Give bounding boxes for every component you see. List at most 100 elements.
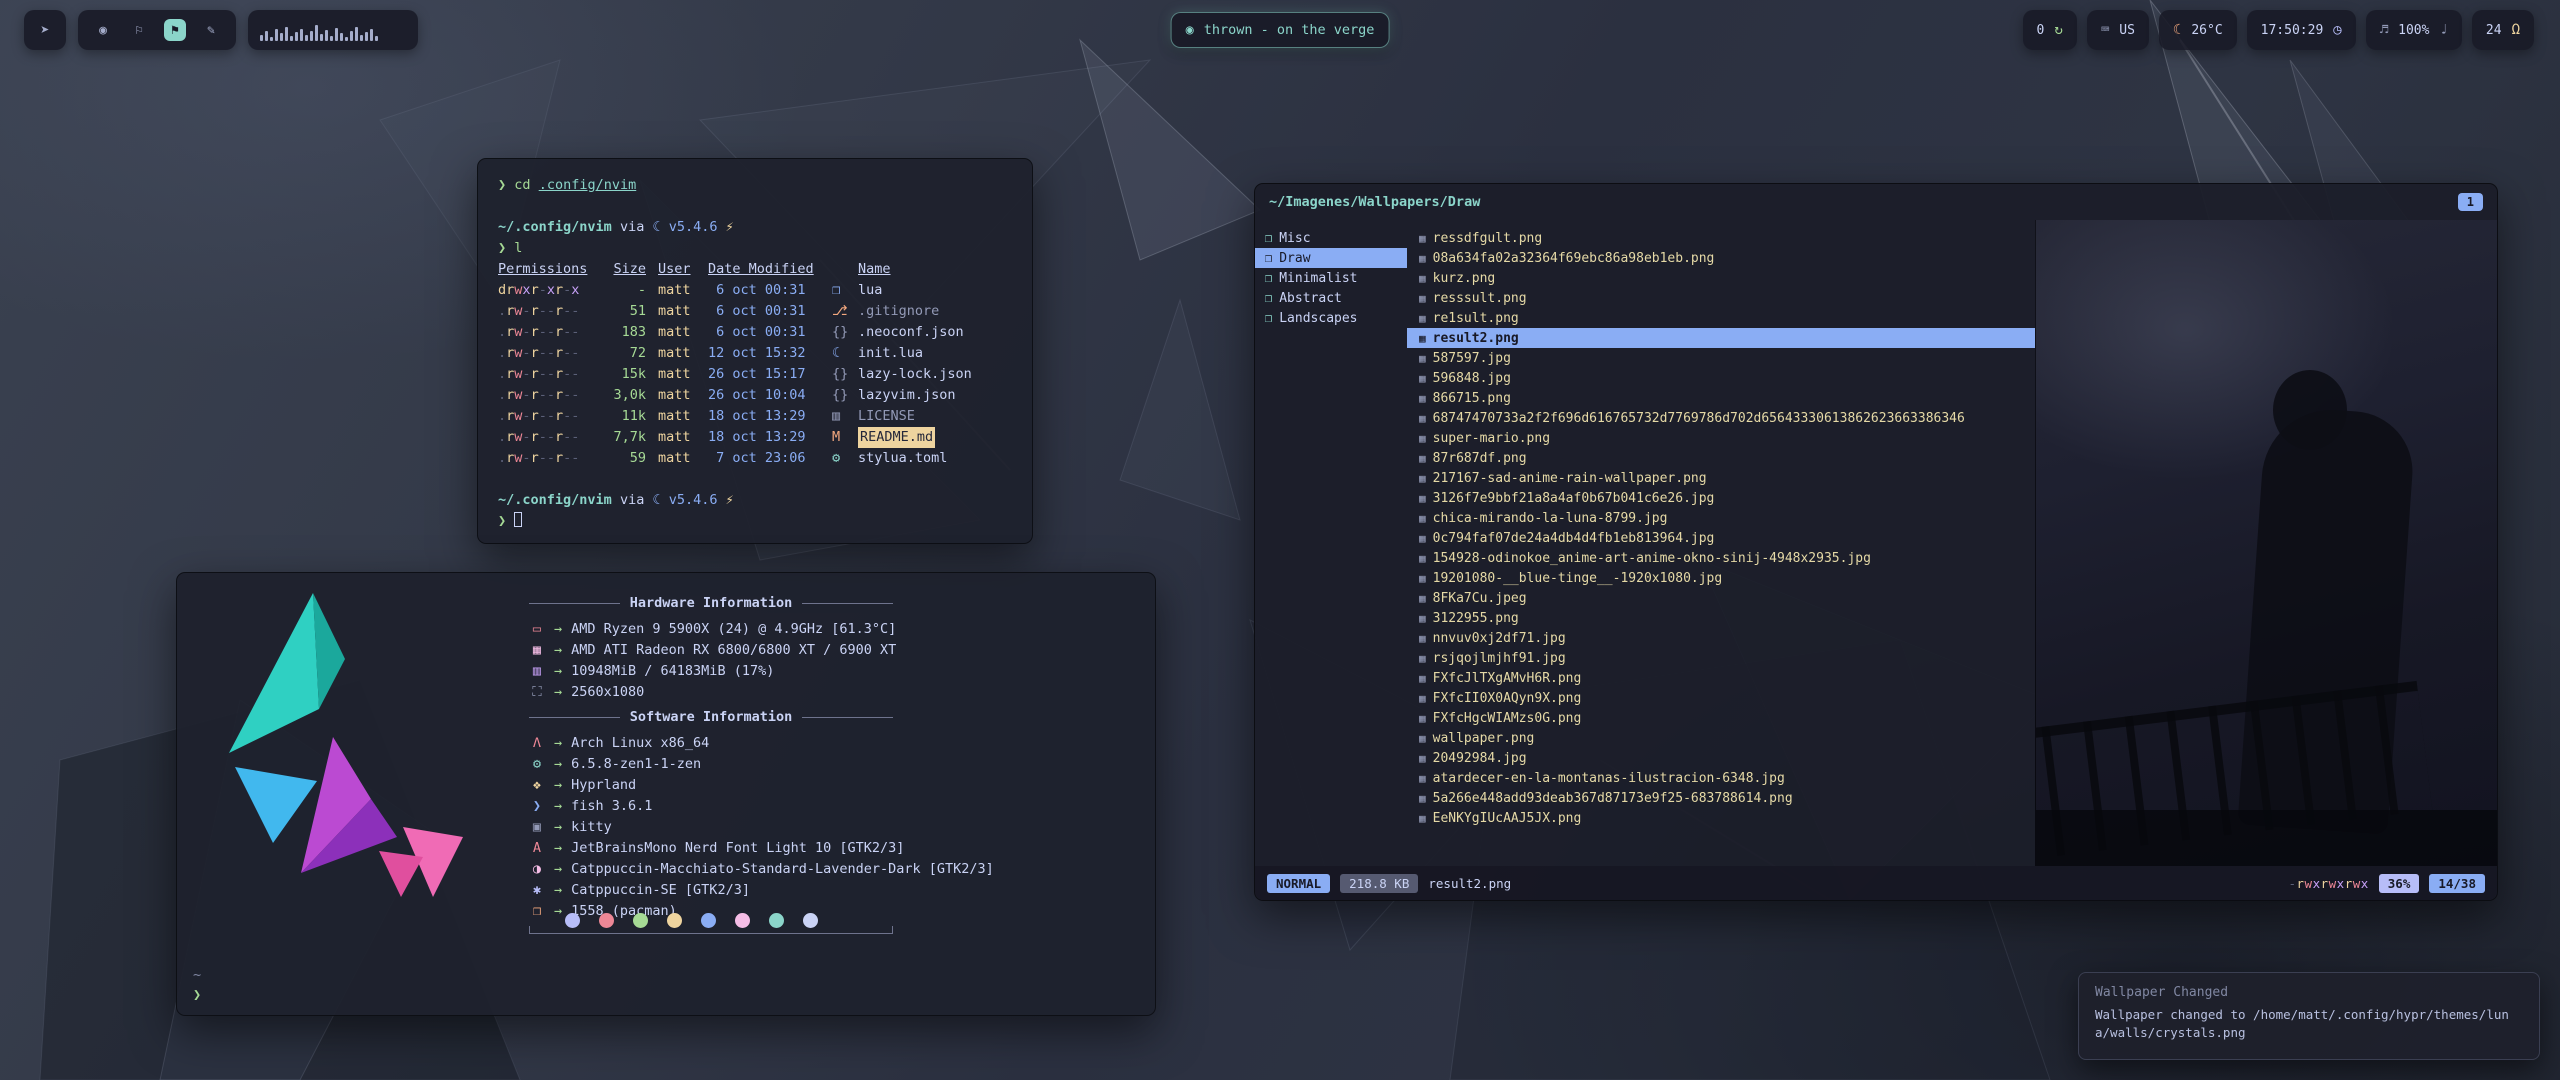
image-file-icon: ▦ xyxy=(1419,272,1426,285)
image-file-icon: ▦ xyxy=(1419,812,1426,825)
file-name: rsjqojlmjhf91.jpg xyxy=(1433,651,1566,666)
file-type-icon: ❒ xyxy=(832,280,858,301)
tab-badge[interactable]: 1 xyxy=(2458,193,2483,211)
fetch-line: ▥ → 10948MiB / 64183MiB (17%) xyxy=(529,661,1129,682)
software-icon: ❒ xyxy=(529,901,545,922)
palette-dot xyxy=(633,913,648,928)
lua-icon: ☾ xyxy=(652,492,660,508)
workspace-button[interactable]: ✎ xyxy=(200,19,222,41)
sidebar-folder[interactable]: ❒ Misc xyxy=(1255,228,1407,248)
palette-dot xyxy=(769,913,784,928)
file-row[interactable]: ▦ 68747470733a2f2f696d616765732d7769786d… xyxy=(1407,408,2035,428)
file-row[interactable]: ▦ EeNKYgIUcAAJ5JX.png xyxy=(1407,808,2035,828)
volume-module[interactable]: ♬ 100% ♩ xyxy=(2366,10,2462,50)
updates-module[interactable]: 0 ↻ xyxy=(2023,10,2077,50)
notification-popup[interactable]: Wallpaper Changed Wallpaper changed to /… xyxy=(2078,972,2540,1060)
file-row[interactable]: ▦ 866715.png xyxy=(1407,388,2035,408)
workspace-button[interactable]: ⚑ xyxy=(164,19,186,41)
file-row[interactable]: ▦ 596848.jpg xyxy=(1407,368,2035,388)
file-row[interactable]: ▦ 19201080-__blue-tinge__-1920x1080.jpg xyxy=(1407,568,2035,588)
image-file-icon: ▦ xyxy=(1419,352,1426,365)
file-type-icon: {} xyxy=(832,322,858,343)
palette-dot xyxy=(803,913,818,928)
notifications-module[interactable]: 24 Ω xyxy=(2472,10,2534,50)
workspace-button[interactable]: ⚐ xyxy=(128,19,150,41)
folder-icon: ❒ xyxy=(1265,311,1272,325)
fetch-value: Hyprland xyxy=(571,775,636,796)
software-section-header: Software Information xyxy=(529,707,893,728)
launcher-button[interactable]: ➤ xyxy=(24,10,66,50)
file-row[interactable]: ▦ 5a266e448add93deab367d87173e9f25-68378… xyxy=(1407,788,2035,808)
file-row[interactable]: ▦ FXfcHgcWIAMzs0G.png xyxy=(1407,708,2035,728)
file-row[interactable]: ▦ 87r687df.png xyxy=(1407,448,2035,468)
image-file-icon: ▦ xyxy=(1419,612,1426,625)
file-row[interactable]: ▦ kurz.png xyxy=(1407,268,2035,288)
file-row[interactable]: ▦ FXfcJlTXgAMvH6R.png xyxy=(1407,668,2035,688)
image-file-icon: ▦ xyxy=(1419,532,1426,545)
visualizer-bar xyxy=(275,29,278,41)
file-manager-window[interactable]: ~/Imagenes/Wallpapers/Draw 1 ❒ Misc ❒ Dr… xyxy=(1254,183,2498,901)
shell-prompt[interactable]: ~ ❯ xyxy=(193,965,201,1005)
sidebar-folder[interactable]: ❒ Abstract xyxy=(1255,288,1407,308)
workspace-button[interactable]: ◉ xyxy=(92,19,114,41)
listing-row: .rw-r--r-- 7,7k matt 18 oct 13:29 M READ… xyxy=(498,427,1012,448)
file-row[interactable]: ▦ 8FKa7Cu.jpeg xyxy=(1407,588,2035,608)
file-row[interactable]: ▦ 3122955.png xyxy=(1407,608,2035,628)
file-row[interactable]: ▦ ressdfgult.png xyxy=(1407,228,2035,248)
now-playing-module[interactable]: ◉ thrown - on the verge xyxy=(1171,12,1390,48)
text-cursor xyxy=(514,512,522,527)
file-row[interactable]: ▦ super-mario.png xyxy=(1407,428,2035,448)
workspace-icon: ⚐ xyxy=(135,23,143,38)
visualizer-bar xyxy=(330,36,333,41)
image-file-icon: ▦ xyxy=(1419,412,1426,425)
weather-icon: ☾ xyxy=(2173,22,2181,38)
palette-dot xyxy=(667,913,682,928)
file-row[interactable]: ▦ nnvuv0xj2df71.jpg xyxy=(1407,628,2035,648)
file-row[interactable]: ▦ FXfcII0X0AQyn9X.png xyxy=(1407,688,2035,708)
listing-row: .rw-r--r-- 72 matt 12 oct 15:32 ☾ init.l… xyxy=(498,343,1012,364)
file-row[interactable]: ▦ re1sult.png xyxy=(1407,308,2035,328)
file-row[interactable]: ▦ 3126f7e9bbf21a8a4af0b67b041c6e26.jpg xyxy=(1407,488,2035,508)
software-icon: ❖ xyxy=(529,775,545,796)
file-row[interactable]: ▦ wallpaper.png xyxy=(1407,728,2035,748)
fetch-value: Arch Linux x86_64 xyxy=(571,733,709,754)
file-type-icon: {} xyxy=(832,385,858,406)
shell-prompt[interactable]: ❯ xyxy=(498,511,1012,532)
sidebar-folder[interactable]: ❒ Landscapes xyxy=(1255,308,1407,328)
image-file-icon: ▦ xyxy=(1419,792,1426,805)
file-row[interactable]: ▦ result2.png xyxy=(1407,328,2035,348)
terminal-window[interactable]: ❯ cd .config/nvim ~/.config/nvim via ☾ v… xyxy=(477,158,1033,544)
fetch-line: ▦ → AMD ATI Radeon RX 6800/6800 XT / 690… xyxy=(529,640,1129,661)
speaker-icon: ♬ xyxy=(2380,22,2388,38)
clock-module[interactable]: 17:50:29 ◷ xyxy=(2247,10,2356,50)
file-row[interactable]: ▦ rsjqojlmjhf91.jpg xyxy=(1407,648,2035,668)
sidebar-folder[interactable]: ❒ Draw xyxy=(1255,248,1407,268)
fetch-terminal-window[interactable]: Hardware Information ▭ → AMD Ryzen 9 590… xyxy=(176,572,1156,1016)
file-row[interactable]: ▦ 0c794faf07de24a4db4d4fb1eb813964.jpg xyxy=(1407,528,2035,548)
file-date: 12 oct 15:32 xyxy=(708,343,832,364)
file-name: resssult.png xyxy=(1433,291,1527,306)
updates-count: 0 xyxy=(2037,23,2045,38)
status-bar: NORMAL 218.8 KB result2.png -rwxrwxrwx 3… xyxy=(1255,866,2497,900)
weather-module[interactable]: ☾ 26°C xyxy=(2159,10,2237,50)
visualizer-bar xyxy=(375,36,378,41)
visualizer-bar xyxy=(365,32,368,41)
file-row[interactable]: ▦ 217167-sad-anime-rain-wallpaper.png xyxy=(1407,468,2035,488)
file-type-icon: ☾ xyxy=(832,343,858,364)
file-row[interactable]: ▦ 20492984.jpg xyxy=(1407,748,2035,768)
image-file-icon: ▦ xyxy=(1419,492,1426,505)
visualizer-bar xyxy=(325,30,328,41)
hardware-icon: ▭ xyxy=(529,619,545,640)
visualizer-bar xyxy=(340,33,343,41)
file-row[interactable]: ▦ 587597.jpg xyxy=(1407,348,2035,368)
file-row[interactable]: ▦ atardecer-en-la-montanas-ilustracion-6… xyxy=(1407,768,2035,788)
file-row[interactable]: ▦ 08a634fa02a32364f69ebc86a98eb1eb.png xyxy=(1407,248,2035,268)
file-size: 15k xyxy=(602,364,658,385)
file-row[interactable]: ▦ chica-mirando-la-luna-8799.jpg xyxy=(1407,508,2035,528)
sidebar-folder[interactable]: ❒ Minimalist xyxy=(1255,268,1407,288)
file-row[interactable]: ▦ resssult.png xyxy=(1407,288,2035,308)
file-name: chica-mirando-la-luna-8799.jpg xyxy=(1433,511,1668,526)
arrow-icon: → xyxy=(554,859,562,880)
file-row[interactable]: ▦ 154928-odinokoe_anime-art-anime-okno-s… xyxy=(1407,548,2035,568)
keyboard-layout-module[interactable]: ⌨ US xyxy=(2087,10,2149,50)
